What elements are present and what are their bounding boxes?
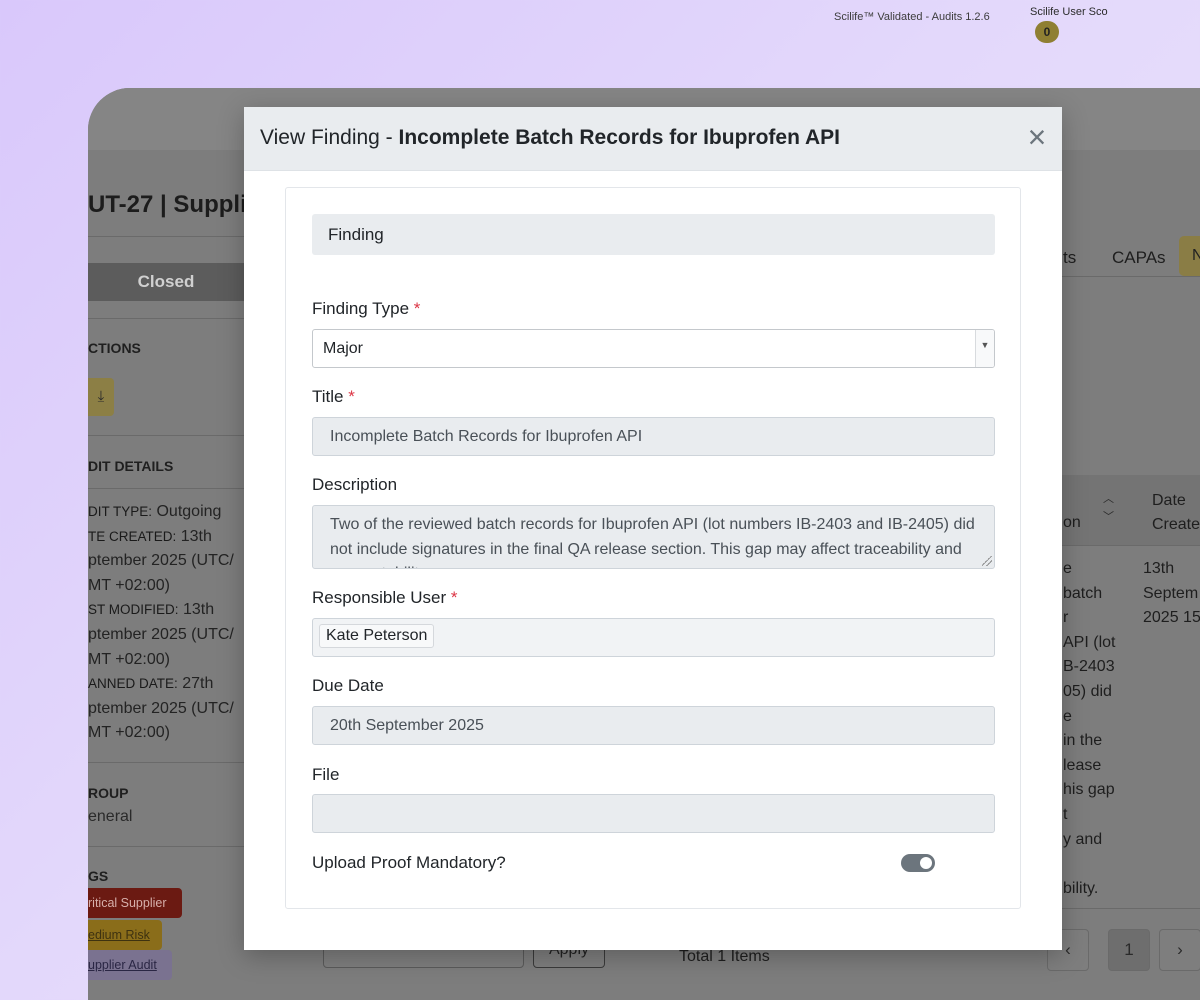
upload-proof-label: Upload Proof Mandatory? xyxy=(312,853,506,872)
download-button[interactable]: ⤓ xyxy=(88,378,114,416)
description-label: Description xyxy=(312,475,398,494)
detail-line: ptember 2025 (UTC/ xyxy=(88,625,234,643)
audit-title: UT-27 | Suppli xyxy=(88,191,247,218)
detail-line: MT +02:00) xyxy=(88,724,170,742)
col-header-date-created[interactable]: Date Create xyxy=(1152,489,1200,537)
description-textarea[interactable]: Two of the reviewed batch records for Ib… xyxy=(312,505,995,569)
pagination-page-1[interactable]: 1 xyxy=(1108,929,1150,971)
detail-line: ptember 2025 (UTC/ xyxy=(88,699,234,717)
version-text: Scilife™ Validated - Audits 1.2.6 xyxy=(834,11,990,23)
chevron-down-icon: ▼ xyxy=(975,330,994,367)
responsible-user-label: Responsible User * xyxy=(312,588,458,607)
tabs-divider xyxy=(1062,276,1200,277)
tag-critical-supplier[interactable]: ritical Supplier xyxy=(88,888,182,918)
total-items: Total 1 Items xyxy=(679,948,770,965)
section-heading: Finding xyxy=(312,214,995,255)
detail-line: DIT TYPE: Outgoing xyxy=(88,503,222,520)
upload-proof-toggle[interactable] xyxy=(901,854,935,872)
pagination-next-button[interactable]: › xyxy=(1159,929,1200,971)
detail-line: TE CREATED: 13th xyxy=(88,527,212,545)
file-field[interactable] xyxy=(312,794,995,833)
table-cell-date: 13th Septem 2025 15 xyxy=(1143,560,1200,627)
user-chip[interactable]: Kate Peterson xyxy=(319,624,435,648)
col-header-description[interactable]: on xyxy=(1063,514,1081,532)
group-value: eneral xyxy=(88,808,133,825)
responsible-user-field[interactable]: Kate Peterson xyxy=(312,618,995,657)
score-label: Scilife User Sco xyxy=(1030,6,1108,18)
due-date-field[interactable]: 20th September 2025 xyxy=(312,706,995,745)
close-icon: × xyxy=(1027,119,1047,155)
due-date-label: Due Date xyxy=(312,676,384,695)
detail-line: MT +02:00) xyxy=(88,576,170,594)
modal-title: View Finding - Incomplete Batch Records … xyxy=(260,126,840,149)
title-field[interactable]: Incomplete Batch Records for Ibuprofen A… xyxy=(312,417,995,456)
detail-line: ST MODIFIED: 13th xyxy=(88,601,215,619)
file-label: File xyxy=(312,765,340,784)
detail-line: MT +02:00) xyxy=(88,650,170,668)
close-button[interactable]: × xyxy=(1023,121,1051,153)
tags-heading: GS xyxy=(88,868,109,884)
audit-details-heading: DIT DETAILS xyxy=(88,458,174,474)
toggle-knob xyxy=(920,857,932,869)
status-pill: Closed xyxy=(88,263,244,301)
view-finding-modal: View Finding - Incomplete Batch Records … xyxy=(244,107,1062,950)
resize-handle-icon[interactable] xyxy=(982,556,992,566)
audit-details-list: DIT TYPE: Outgoing TE CREATED: 13th ptem… xyxy=(88,500,234,746)
tab-documents[interactable]: ts xyxy=(1063,248,1076,268)
modal-header: View Finding - Incomplete Batch Records … xyxy=(244,107,1062,171)
detail-line: ptember 2025 (UTC/ xyxy=(88,552,234,570)
title-label: Title * xyxy=(312,387,355,406)
sort-icon[interactable]: ︿ ﹀ xyxy=(1103,490,1114,526)
actions-heading: CTIONS xyxy=(88,340,141,356)
tab-capas[interactable]: CAPAs xyxy=(1112,248,1166,268)
download-icon: ⤓ xyxy=(97,388,105,405)
finding-form-card: Finding Finding Type * Major ▼ Title * I… xyxy=(285,187,1021,909)
finding-type-select[interactable]: Major ▼ xyxy=(312,329,995,368)
score-badge[interactable]: 0 xyxy=(1035,21,1059,43)
detail-line: ANNED DATE: 27th xyxy=(88,675,214,693)
table-cell-description: e batch r API (lot B-2403 05) did e in t… xyxy=(1063,560,1116,897)
tag-medium-risk[interactable]: edium Risk xyxy=(88,920,162,950)
group-heading: ROUP xyxy=(88,785,129,801)
divider xyxy=(1062,545,1200,546)
tab-active[interactable]: N xyxy=(1179,236,1200,276)
finding-type-label: Finding Type * xyxy=(312,299,421,318)
tag-supplier-audit[interactable]: upplier Audit xyxy=(88,950,172,980)
